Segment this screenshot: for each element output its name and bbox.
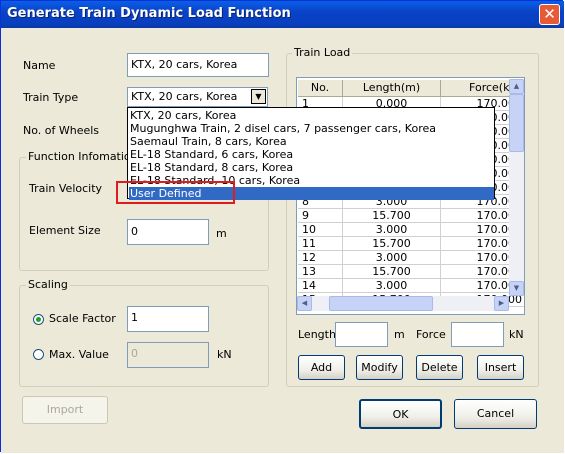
delete-button[interactable]: Delete — [416, 355, 463, 380]
table-cell-no[interactable]: 14 — [298, 279, 343, 293]
element-size-input[interactable]: 0 — [127, 219, 209, 245]
length-label: Length — [298, 328, 336, 341]
table-cell-no[interactable]: 10 — [298, 223, 343, 237]
force-label: Force — [416, 328, 446, 341]
highlight-box — [116, 181, 235, 204]
dropdown-option[interactable]: EL-18 Standard, 8 cars, Korea — [130, 161, 293, 174]
force-unit: kN — [509, 328, 524, 341]
import-button: Import — [22, 396, 108, 424]
max-value-input: 0 — [127, 342, 209, 368]
name-input[interactable]: KTX, 20 cars, Korea — [127, 53, 269, 77]
table-cell-length[interactable]: 15.700 — [343, 209, 441, 223]
dropdown-option[interactable]: KTX, 20 cars, Korea — [130, 109, 236, 122]
add-button[interactable]: Add — [298, 355, 345, 380]
chevron-down-icon[interactable]: ▼ — [251, 89, 266, 104]
hscroll-thumb[interactable] — [329, 296, 433, 311]
train-type-label: Train Type — [23, 91, 79, 104]
train-type-combo[interactable]: KTX, 20 cars, Korea ▼ — [127, 87, 268, 107]
max-value-label: Max. Value — [49, 348, 109, 361]
scaling-group — [19, 285, 269, 387]
velocity-label: Train Velocity — [29, 182, 103, 195]
window-title: Generate Train Dynamic Load Function — [7, 6, 291, 21]
ok-button[interactable]: OK — [359, 399, 442, 429]
table-cell-no[interactable]: 13 — [298, 265, 343, 279]
close-icon: ✕ — [543, 5, 556, 23]
scaling-title: Scaling — [26, 278, 70, 291]
scale-factor-input[interactable]: 1 — [127, 306, 209, 332]
scroll-left-icon[interactable]: ◀ — [297, 296, 312, 311]
train-load-title: Train Load — [292, 46, 353, 59]
scroll-down-icon[interactable]: ▼ — [509, 281, 524, 296]
length-unit: m — [394, 328, 405, 341]
dropdown-option[interactable]: Saemaul Train, 8 cars, Korea — [130, 135, 287, 148]
vertical-scrollbar[interactable]: ▲ ▼ — [509, 79, 524, 296]
table-cell-length[interactable]: 3.000 — [343, 223, 441, 237]
force-input[interactable] — [451, 322, 504, 347]
horizontal-scrollbar[interactable]: ◀ ▶ — [297, 296, 509, 311]
element-size-unit: m — [216, 227, 227, 240]
wheels-label: No. of Wheels — [23, 124, 100, 137]
radio-selected-dot — [36, 317, 41, 322]
scroll-thumb[interactable] — [509, 94, 524, 152]
element-size-label: Element Size — [29, 224, 101, 237]
title-bar[interactable]: Generate Train Dynamic Load Function ✕ — [1, 1, 564, 28]
column-header-no[interactable]: No. — [298, 80, 343, 97]
column-header-length[interactable]: Length(m) — [343, 80, 441, 97]
max-value-radio[interactable] — [33, 349, 44, 360]
table-cell-length[interactable]: 3.000 — [343, 251, 441, 265]
scroll-up-icon[interactable]: ▲ — [509, 79, 524, 94]
train-type-value: KTX, 20 cars, Korea — [131, 90, 238, 103]
table-cell-length[interactable]: 15.700 — [343, 237, 441, 251]
name-label: Name — [23, 59, 56, 72]
table-cell-length[interactable]: 3.000 — [343, 279, 441, 293]
table-cell-no[interactable]: 12 — [298, 251, 343, 265]
table-cell-no[interactable]: 11 — [298, 237, 343, 251]
function-info-title: Function Infomation — [26, 150, 140, 163]
scale-factor-radio[interactable] — [33, 314, 44, 325]
max-value-unit: kN — [217, 348, 232, 361]
scroll-right-icon[interactable]: ▶ — [494, 296, 509, 311]
table-cell-no[interactable]: 9 — [298, 209, 343, 223]
modify-button[interactable]: Modify — [356, 355, 403, 380]
length-input[interactable] — [335, 322, 388, 347]
scale-factor-label: Scale Factor — [49, 312, 116, 325]
table-cell-length[interactable]: 15.700 — [343, 265, 441, 279]
dropdown-option[interactable]: EL-18 Standard, 6 cars, Korea — [130, 148, 293, 161]
cancel-button[interactable]: Cancel — [454, 399, 537, 429]
dropdown-option[interactable]: Mugunghwa Train, 2 disel cars, 7 passeng… — [130, 122, 436, 135]
insert-button[interactable]: Insert — [477, 355, 524, 380]
close-button[interactable]: ✕ — [539, 4, 560, 25]
